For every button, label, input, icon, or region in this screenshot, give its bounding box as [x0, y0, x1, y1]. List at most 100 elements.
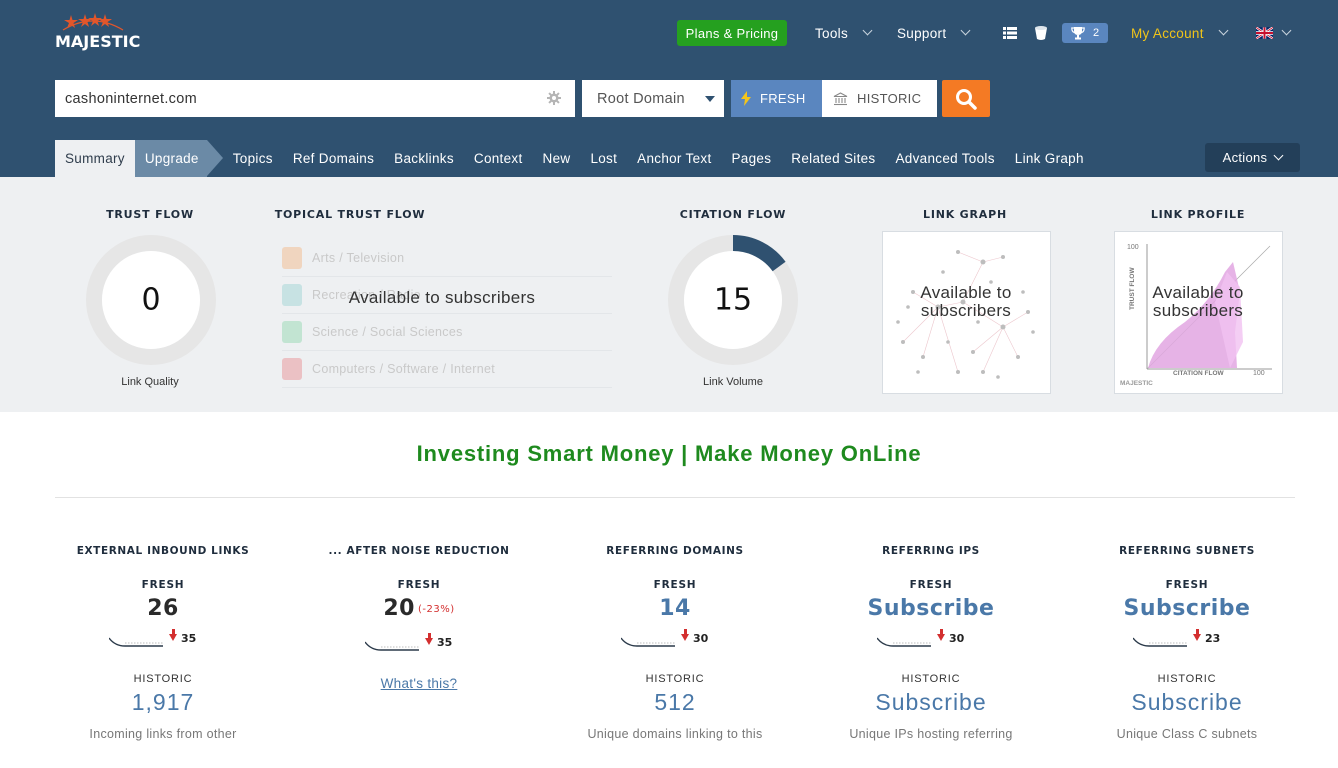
link-profile-subscribers-overlay[interactable]: Available to subscribers — [1152, 284, 1243, 320]
stat-fresh-number: 14 — [659, 596, 691, 621]
tab-advanced-tools[interactable]: Advanced Tools — [885, 140, 1004, 177]
actions-button[interactable]: Actions — [1205, 143, 1300, 172]
trophy-badge[interactable]: 2 — [1062, 23, 1108, 43]
topical-list: Arts / Television Recreation / Radio Sci… — [282, 240, 612, 388]
stat-fresh-label: FRESH — [909, 579, 953, 591]
stat-previous: 23 — [1193, 629, 1221, 645]
topic-swatch — [282, 284, 302, 306]
stat-previous-value: 23 — [1205, 632, 1221, 645]
stat-fresh-value[interactable]: Subscribe — [1067, 596, 1307, 626]
topic-row: Science / Social Sciences — [282, 314, 612, 351]
stat-description: Unique domains linking to this — [587, 727, 763, 741]
tab-topics[interactable]: Topics — [223, 140, 283, 177]
stat-title: ... AFTER NOISE REDUCTION — [328, 545, 510, 557]
stat-description: Incoming links from other — [89, 727, 237, 741]
stat-fresh-value[interactable]: 20 (-23%) — [299, 596, 539, 626]
caret-down-icon — [705, 96, 715, 102]
language-menu[interactable] — [1256, 20, 1292, 46]
tools-menu-label: Tools — [815, 25, 849, 41]
profile-tick-y: 100 — [1127, 244, 1139, 251]
topic-swatch — [282, 358, 302, 380]
stat-external-inbound-links: EXTERNAL INBOUND LINKS FRESH 26 35 HISTO… — [43, 540, 283, 741]
overlay-line: subscribers — [1152, 301, 1244, 320]
subscribe-link: Subscribe — [1123, 596, 1251, 621]
scope-select[interactable]: Root Domain — [582, 80, 724, 117]
topical-trust-flow-title: TOPICAL TRUST FLOW — [274, 208, 426, 221]
stat-after-noise-reduction: ... AFTER NOISE REDUCTION FRESH 20 (-23%)… — [299, 540, 539, 693]
stat-historic-label: HISTORIC — [1157, 673, 1217, 685]
search-button[interactable] — [942, 80, 990, 117]
tab-related-sites[interactable]: Related Sites — [781, 140, 885, 177]
arrow-down-icon — [937, 629, 945, 641]
my-account-menu[interactable]: My Account — [1131, 20, 1229, 46]
logo-wordmark: MAJESTIC — [55, 32, 141, 51]
historic-index-label: HISTORIC — [857, 91, 922, 106]
stat-previous-value: 30 — [693, 632, 709, 645]
tab-ref-domains[interactable]: Ref Domains — [283, 140, 384, 177]
stat-historic-value[interactable]: 1,917 — [43, 689, 283, 719]
domain-search-input[interactable]: cashoninternet.com — [55, 80, 575, 117]
majestic-logo[interactable]: MAJESTIC — [55, 10, 145, 54]
tab-new[interactable]: New — [533, 140, 581, 177]
subscribe-link: Subscribe — [867, 596, 995, 621]
whats-this-link[interactable]: What's this? — [381, 676, 458, 691]
fresh-index-label: FRESH — [760, 91, 806, 106]
stat-fresh-value[interactable]: 14 — [555, 596, 795, 626]
fresh-index-button[interactable]: FRESH — [731, 80, 822, 117]
bucket-icon[interactable] — [1034, 22, 1048, 49]
support-menu[interactable]: Support — [897, 20, 971, 46]
topical-subscribers-overlay[interactable]: Available to subscribers — [349, 289, 535, 307]
stars-icon — [62, 13, 124, 31]
stat-title: REFERRING DOMAINS — [606, 545, 744, 557]
chevron-down-icon — [960, 25, 971, 36]
report-tabs: Summary Upgrade Topics Ref Domains Backl… — [55, 140, 1094, 177]
citation-flow-caption: Link Volume — [703, 376, 763, 388]
chevron-down-icon — [1218, 25, 1229, 36]
stat-sparkline-row: 30 — [555, 629, 795, 660]
tab-anchor-text[interactable]: Anchor Text — [627, 140, 721, 177]
stat-historic-subscribe-link[interactable]: Subscribe — [811, 689, 1051, 719]
tab-summary[interactable]: Summary — [55, 140, 135, 177]
stat-historic-value[interactable]: 512 — [555, 689, 795, 719]
topic-swatch — [282, 247, 302, 269]
link-graph-subscribers-overlay[interactable]: Available to subscribers — [920, 284, 1011, 320]
stat-sparkline-row: 30 — [811, 629, 1051, 660]
stat-fresh-label: FRESH — [141, 579, 185, 591]
stat-description: Unique IPs hosting referring — [849, 727, 1013, 741]
tab-context[interactable]: Context — [464, 140, 533, 177]
stat-fresh-value[interactable]: 26 — [43, 596, 283, 626]
stat-title: EXTERNAL INBOUND LINKS — [76, 545, 250, 557]
tab-link-graph[interactable]: Link Graph — [1005, 140, 1094, 177]
link-graph-title: LINK GRAPH — [923, 208, 1007, 221]
stat-sparkline-row: 35 — [43, 629, 283, 660]
tab-upgrade[interactable]: Upgrade — [134, 140, 223, 177]
historic-index-button[interactable]: HISTORIC — [822, 80, 937, 117]
trust-flow-value: 0 — [141, 282, 161, 318]
stat-historic-subscribe-link[interactable]: Subscribe — [1067, 689, 1307, 719]
tab-pages[interactable]: Pages — [722, 140, 782, 177]
museum-icon — [833, 91, 848, 105]
topic-label: Science / Social Sciences — [312, 325, 463, 339]
stat-previous-value: 35 — [181, 632, 197, 645]
sparkline — [621, 637, 675, 647]
stat-fresh-value[interactable]: Subscribe — [811, 596, 1051, 626]
plans-pricing-button[interactable]: Plans & Pricing — [677, 20, 787, 46]
trophy-icon — [1071, 27, 1085, 40]
chevron-down-icon — [1281, 25, 1292, 36]
stat-fresh-number: 20 — [383, 596, 415, 621]
topic-swatch — [282, 321, 302, 343]
overlay-line: Available to — [1152, 283, 1244, 302]
stat-sparkline-row: 35 — [299, 633, 539, 664]
list-icon[interactable] — [1002, 22, 1018, 49]
tab-backlinks[interactable]: Backlinks — [384, 140, 464, 177]
stat-sparkline-row: 23 — [1067, 629, 1307, 660]
gear-icon[interactable] — [547, 91, 561, 105]
profile-tick-x: 100 — [1253, 370, 1265, 377]
site-title: Investing Smart Money | Make Money OnLin… — [416, 441, 922, 466]
profile-watermark: MAJESTIC — [1120, 380, 1153, 387]
trust-flow-caption: Link Quality — [121, 376, 179, 388]
stat-referring-domains: REFERRING DOMAINS FRESH 14 30 HISTORIC 5… — [555, 540, 795, 741]
tab-lost[interactable]: Lost — [580, 140, 627, 177]
tools-menu[interactable]: Tools — [815, 20, 873, 46]
my-account-label: My Account — [1131, 25, 1204, 41]
